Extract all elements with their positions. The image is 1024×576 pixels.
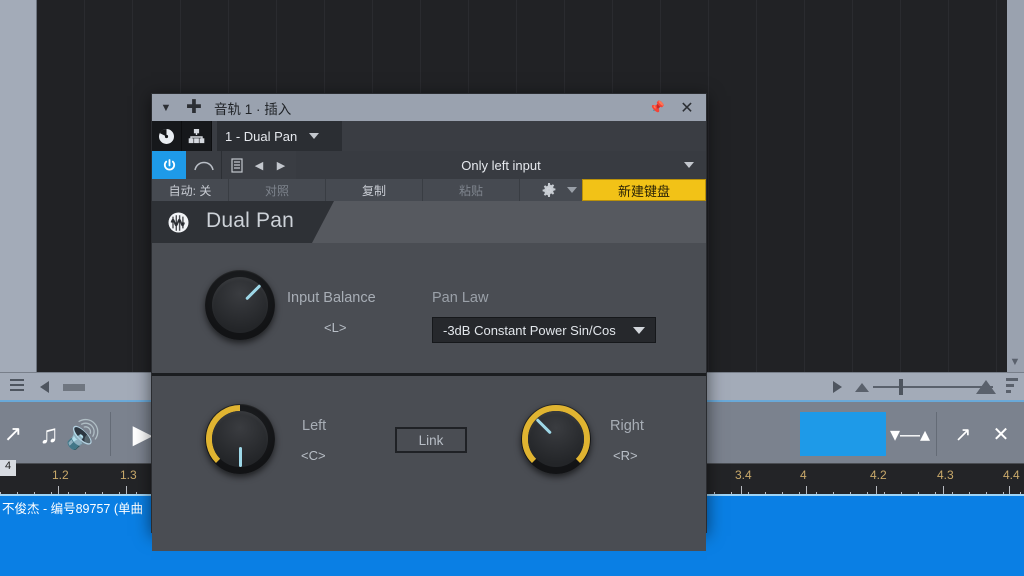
zoom-in-icon[interactable]	[976, 380, 996, 394]
scroll-left-icon[interactable]	[40, 381, 49, 393]
automation-mode-button[interactable]: 自动: 关	[152, 179, 228, 201]
gear-icon[interactable]	[536, 179, 562, 201]
input-balance-label: Input Balance	[287, 290, 376, 306]
chevron-down-icon[interactable]	[309, 133, 320, 139]
left-pan-label: Left	[302, 418, 327, 434]
track-header-panel[interactable]	[0, 0, 37, 380]
link-button[interactable]: Link	[395, 427, 467, 453]
right-pan-value: <R>	[613, 448, 638, 463]
chevron-down-icon[interactable]	[684, 162, 694, 168]
pan-law-label: Pan Law	[432, 290, 489, 306]
close-icon[interactable]: ✕	[982, 410, 1020, 458]
routing-icon[interactable]	[182, 121, 212, 151]
input-balance-knob[interactable]	[205, 270, 275, 340]
ruler-tick-label: 1.2	[52, 468, 69, 482]
input-balance-panel: Input Balance <L> Pan Law -3dB Constant …	[152, 243, 706, 376]
input-mode-label: Only left input	[461, 157, 541, 173]
add-icon[interactable]: ✚	[180, 94, 208, 121]
speaker-icon[interactable]: 🔊	[60, 410, 106, 458]
zoom-slider-handle[interactable]	[899, 379, 903, 395]
pan-panel: Left <C> Link Right <R>	[152, 376, 706, 551]
menu-icon[interactable]	[10, 379, 24, 393]
plugin-titlebar[interactable]: ▼ ✚ 音轨 1 · 插入 📌 ✕	[152, 94, 706, 121]
resize-grip-icon[interactable]	[1006, 378, 1018, 396]
plugin-control-row: ◀ ▶ Only left input	[152, 151, 706, 179]
waveform-logo-icon	[168, 212, 189, 233]
pan-law-selector[interactable]: -3dB Constant Power Sin/Cos	[432, 317, 656, 343]
right-pan-label: Right	[610, 418, 644, 434]
vertical-scrollbar[interactable]	[1007, 0, 1024, 372]
prev-preset-icon[interactable]: ◀	[248, 151, 270, 179]
paste-button[interactable]: 粘贴	[423, 179, 519, 201]
snap-toggle-group[interactable]: ⊢ ⇥	[800, 412, 886, 456]
left-pan-value: <C>	[301, 448, 326, 463]
pan-law-value: -3dB Constant Power Sin/Cos	[443, 322, 616, 338]
preset-name: 1 - Dual Pan	[225, 128, 298, 144]
preset-row: 1 - Dual Pan	[152, 121, 706, 151]
chevron-down-icon[interactable]: ▼	[152, 94, 180, 121]
clip-label: 不俊杰 - 编号89757 (单曲	[2, 502, 144, 516]
ruler-tick-label: 1.3	[120, 468, 137, 482]
ruler-tick-label: 4	[800, 468, 807, 482]
input-mode-selector[interactable]: Only left input	[296, 151, 706, 179]
automation-row: 自动: 关 对照 复制 粘贴 新建键盘	[152, 179, 706, 201]
pin-icon[interactable]: 📌	[642, 94, 672, 121]
curve-icon[interactable]	[186, 151, 222, 179]
zoom-slider-track[interactable]	[873, 386, 993, 388]
track-height-icon[interactable]: ▾—▴	[888, 410, 932, 458]
plugin-name: Dual Pan	[206, 209, 294, 232]
next-preset-icon[interactable]: ▶	[270, 151, 292, 179]
plugin-window-title: 音轨 1 · 插入	[214, 101, 292, 117]
left-pan-knob[interactable]	[205, 404, 275, 474]
ruler-marker-badge: 4	[0, 460, 16, 476]
plugin-window[interactable]: ▼ ✚ 音轨 1 · 插入 📌 ✕ 1 - Dual Pan ◀ ▶ Only …	[151, 93, 707, 551]
compare-button[interactable]: 对照	[229, 179, 325, 201]
plugin-header: Dual Pan	[152, 201, 706, 243]
close-icon[interactable]: ✕	[672, 94, 702, 121]
screen: ▼ ↗ ♫ 🔊 ▶| ⊢ ⇥ ▾—▴ ↗ ✕	[0, 0, 1024, 576]
power-toggle-button[interactable]	[152, 151, 186, 179]
new-keyboard-button[interactable]: 新建键盘	[582, 179, 706, 201]
ruler-tick-label: 4.2	[870, 468, 887, 482]
chevron-down-icon[interactable]	[633, 326, 645, 334]
horizontal-scrollbar-thumb[interactable]	[63, 384, 85, 391]
knob-pointer	[238, 447, 242, 467]
preset-selector[interactable]: 1 - Dual Pan	[217, 121, 342, 151]
document-icon[interactable]	[226, 151, 248, 179]
expand-arrow-icon[interactable]: ↗	[944, 410, 982, 458]
scroll-right-icon[interactable]	[833, 381, 842, 393]
tool-pointer-icon[interactable]: ↗	[0, 410, 26, 458]
copy-button[interactable]: 复制	[326, 179, 422, 201]
ruler-tick-label: 3.4	[735, 468, 752, 482]
knob-icon[interactable]	[152, 121, 182, 151]
scroll-down-icon[interactable]: ▼	[1008, 355, 1022, 369]
ruler-tick-label: 4.3	[937, 468, 954, 482]
zoom-out-icon[interactable]	[855, 383, 869, 392]
chevron-down-icon[interactable]	[562, 179, 582, 201]
right-pan-knob[interactable]	[521, 404, 591, 474]
input-balance-value: <L>	[324, 320, 347, 335]
ruler-tick-label: 4.4	[1003, 468, 1020, 482]
